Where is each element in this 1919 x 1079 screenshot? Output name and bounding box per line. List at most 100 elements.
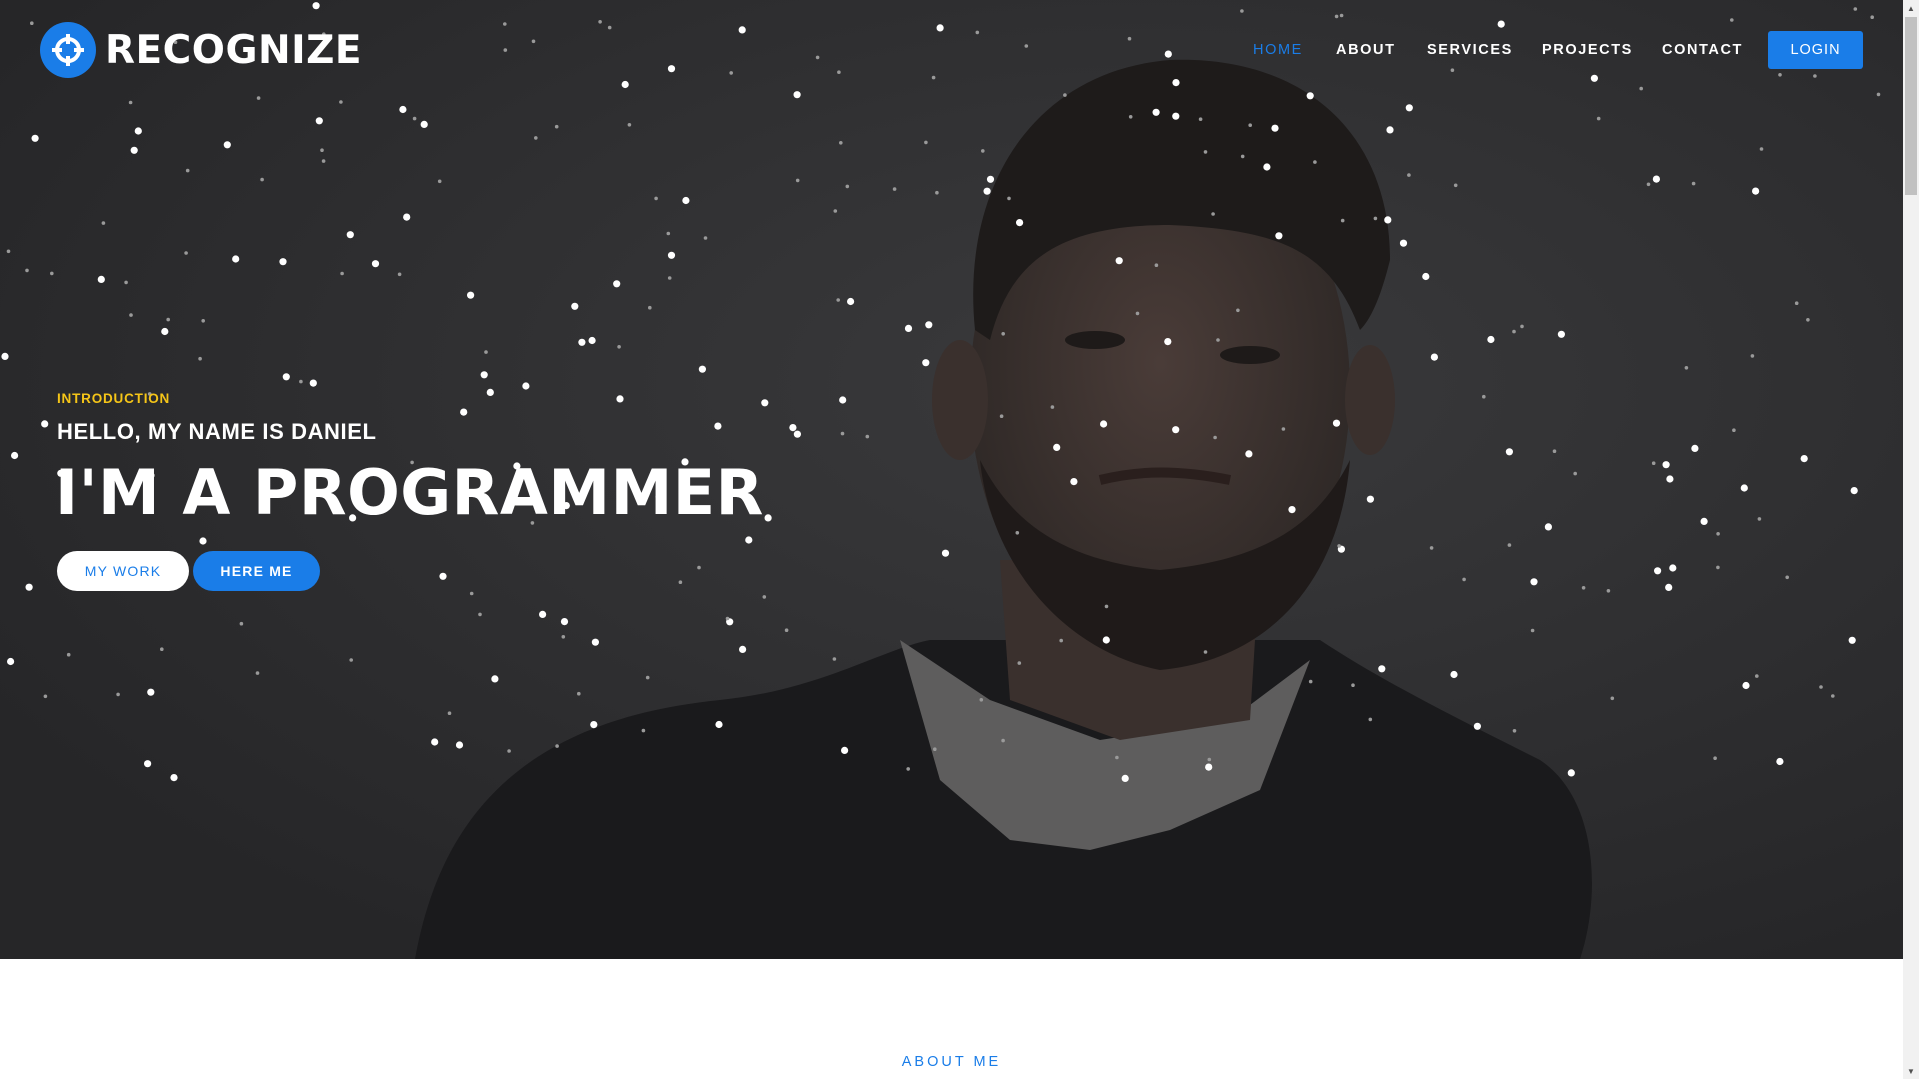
star-particle bbox=[309, 379, 317, 387]
star-particle bbox=[1053, 443, 1061, 451]
star-particle bbox=[340, 271, 344, 276]
page-scrollbar[interactable]: ▲ ▼ bbox=[1903, 0, 1919, 1079]
star-particle bbox=[784, 628, 789, 632]
nav-item-contact[interactable]: CONTACT bbox=[1662, 38, 1743, 62]
star-particle bbox=[1288, 506, 1296, 514]
nav-item-home[interactable]: HOME bbox=[1253, 38, 1303, 62]
star-particle bbox=[1831, 694, 1835, 698]
star-particle bbox=[1405, 104, 1413, 112]
star-particle bbox=[1430, 353, 1438, 361]
star-particle bbox=[1684, 366, 1689, 370]
star-particle bbox=[836, 298, 840, 302]
star-particle bbox=[1386, 126, 1394, 134]
star-particle bbox=[1373, 216, 1378, 221]
star-particle bbox=[1662, 461, 1670, 469]
star-particle bbox=[1351, 683, 1355, 687]
star-particle bbox=[1281, 427, 1286, 431]
star-particle bbox=[1742, 681, 1750, 690]
star-particle bbox=[397, 272, 402, 277]
star-particle bbox=[555, 744, 559, 748]
star-particle bbox=[1462, 577, 1466, 582]
nav-item-about[interactable]: ABOUT bbox=[1336, 38, 1396, 62]
star-particle bbox=[11, 451, 19, 460]
star-particle bbox=[1337, 544, 1341, 548]
star-particle bbox=[678, 580, 683, 584]
scrollbar-thumb[interactable] bbox=[1905, 17, 1917, 195]
star-particle bbox=[1172, 426, 1180, 434]
star-particle bbox=[166, 317, 170, 322]
star-particle bbox=[845, 184, 850, 189]
star-particle bbox=[1366, 495, 1374, 503]
star-particle bbox=[1102, 636, 1110, 644]
star-particle bbox=[554, 124, 559, 129]
star-particle bbox=[486, 388, 494, 396]
star-particle bbox=[1544, 523, 1552, 531]
star-particle bbox=[469, 591, 474, 596]
star-particle bbox=[667, 251, 676, 259]
star-particle bbox=[399, 105, 407, 114]
star-particle bbox=[833, 209, 838, 213]
star-particle bbox=[1015, 531, 1020, 535]
star-particle bbox=[199, 537, 207, 545]
nav-item-projects[interactable]: PROJECTS bbox=[1542, 38, 1633, 62]
star-particle bbox=[420, 120, 428, 128]
star-particle bbox=[865, 434, 870, 439]
scroll-up-arrow-icon[interactable]: ▲ bbox=[1903, 0, 1919, 16]
star-particle bbox=[439, 572, 447, 580]
star-particle bbox=[1059, 638, 1063, 643]
star-particle bbox=[745, 536, 753, 544]
star-particle bbox=[239, 621, 244, 626]
star-particle bbox=[460, 408, 468, 416]
star-particle bbox=[627, 123, 632, 127]
star-particle bbox=[371, 260, 380, 268]
star-particle bbox=[578, 338, 586, 346]
star-particle bbox=[1757, 517, 1762, 521]
star-particle bbox=[299, 379, 303, 384]
star-particle bbox=[1666, 475, 1674, 483]
star-particle bbox=[933, 747, 937, 751]
star-particle bbox=[170, 774, 178, 782]
star-particle bbox=[1100, 420, 1108, 428]
star-particle bbox=[232, 255, 240, 263]
star-particle bbox=[321, 159, 326, 163]
particle-stars bbox=[1, 2, 1881, 783]
star-particle bbox=[1819, 685, 1823, 689]
star-particle bbox=[1135, 311, 1140, 316]
star-particle bbox=[1245, 450, 1253, 458]
star-particle bbox=[480, 371, 488, 379]
star-particle bbox=[1776, 757, 1784, 766]
nav-item-services[interactable]: SERVICES bbox=[1427, 38, 1513, 62]
scroll-down-arrow-icon[interactable]: ▼ bbox=[1903, 1063, 1919, 1079]
star-particle bbox=[648, 305, 652, 310]
star-particle bbox=[645, 675, 650, 680]
star-particle bbox=[1794, 301, 1799, 306]
star-particle bbox=[703, 236, 708, 240]
star-particle bbox=[1512, 329, 1516, 334]
star-particle bbox=[1050, 405, 1055, 409]
star-particle bbox=[97, 275, 105, 283]
brand-logo[interactable]: RECOGNIZE bbox=[40, 22, 362, 78]
star-particle bbox=[201, 319, 205, 323]
star-particle bbox=[1487, 335, 1495, 344]
star-particle bbox=[560, 618, 569, 626]
star-particle bbox=[144, 760, 152, 768]
star-particle bbox=[941, 549, 950, 557]
star-particle bbox=[66, 652, 71, 657]
star-particle bbox=[1205, 763, 1213, 771]
hero-section: RECOGNIZE HOME ABOUT SERVICES PROJECTS C… bbox=[0, 0, 1903, 959]
star-particle bbox=[983, 187, 991, 195]
star-particle bbox=[1520, 324, 1524, 329]
star-particle bbox=[1567, 769, 1575, 777]
star-particle bbox=[577, 691, 581, 696]
star-particle bbox=[1128, 115, 1133, 119]
star-particle bbox=[437, 179, 442, 184]
star-particle bbox=[847, 297, 855, 306]
login-button[interactable]: LOGIN bbox=[1768, 31, 1863, 69]
star-particle bbox=[412, 116, 417, 121]
star-particle bbox=[1646, 182, 1651, 187]
star-particle bbox=[260, 177, 264, 182]
star-particle bbox=[1806, 318, 1810, 322]
hire-me-button[interactable]: HERE ME bbox=[193, 551, 320, 591]
star-particle bbox=[1172, 112, 1180, 120]
my-work-button[interactable]: MY WORK bbox=[57, 551, 189, 591]
